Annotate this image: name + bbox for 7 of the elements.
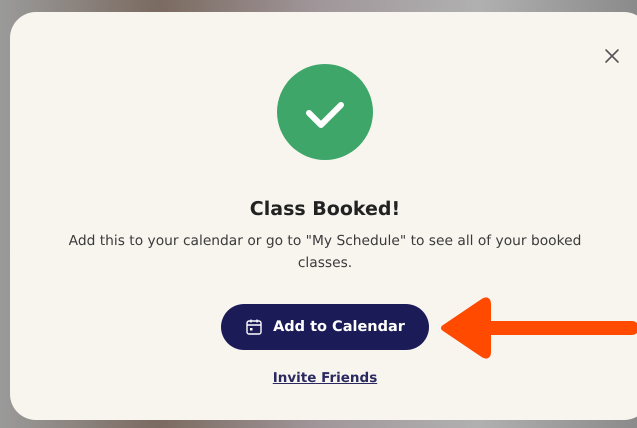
add-to-calendar-button[interactable]: Add to Calendar — [221, 304, 429, 350]
close-button[interactable] — [604, 48, 620, 64]
checkmark-icon — [277, 64, 373, 160]
calendar-icon — [245, 318, 264, 336]
dialog-title: Class Booked! — [250, 198, 400, 220]
dialog-message: Add this to your calendar or go to "My Schedule" to see all of your booked classes. — [68, 232, 582, 273]
invite-friends-link[interactable]: Invite Friends — [272, 370, 378, 386]
